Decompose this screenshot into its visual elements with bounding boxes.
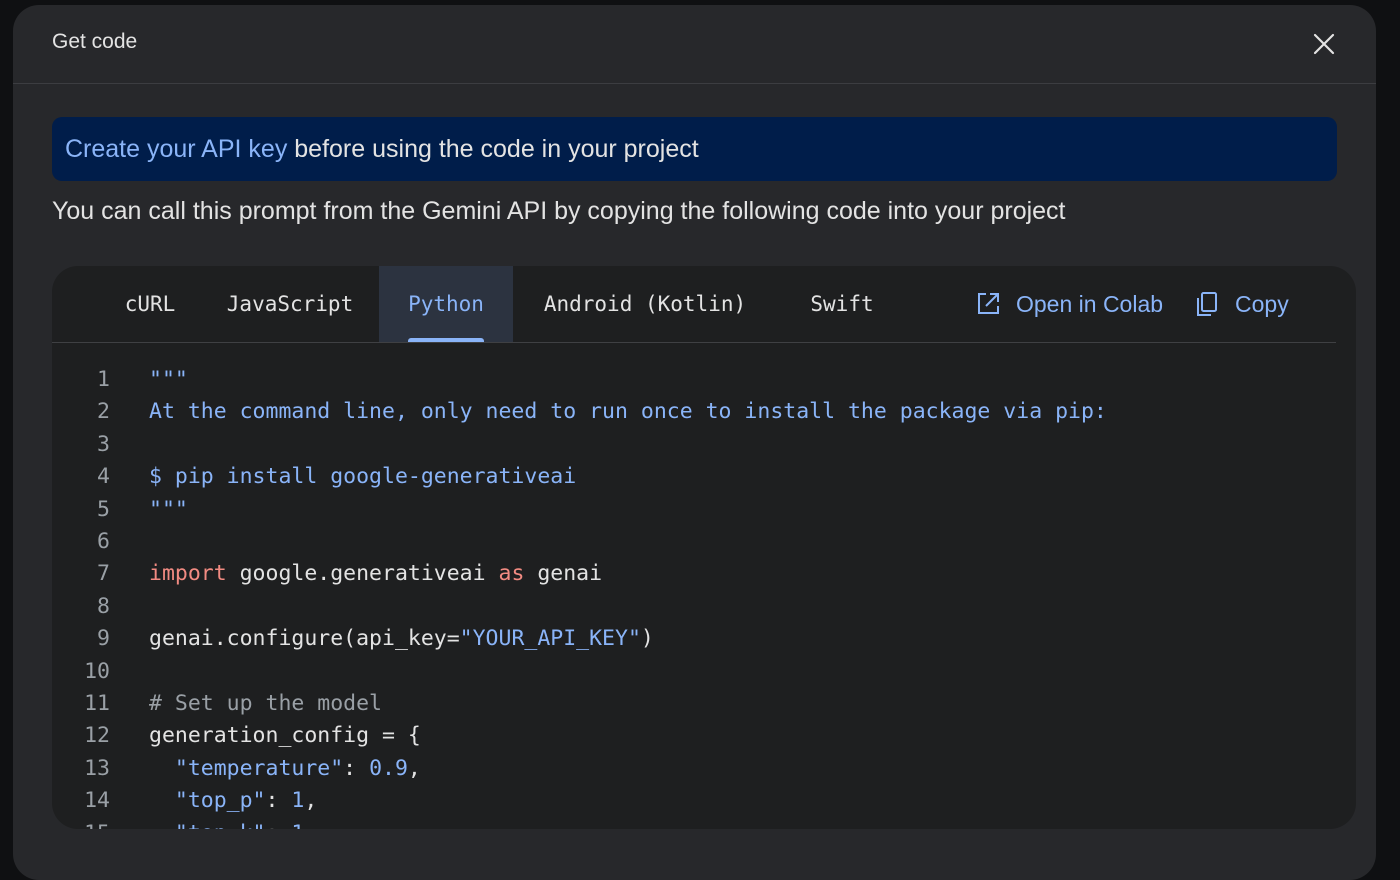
tab-android-kotlin[interactable]: Android (Kotlin) [530,266,760,342]
active-tab-indicator [408,338,484,342]
tab-swift[interactable]: Swift [792,266,892,342]
line-number: 1 [97,367,110,392]
code-text: genai.configure(api_key="YOUR_API_KEY") [149,623,654,655]
code-token: : [265,788,292,814]
code-text: "top_k": 1, [149,818,317,829]
code-text: """ [149,494,188,526]
line-number: 13 [84,755,110,781]
code-text: import google.generativeai as genai [149,558,602,590]
get-code-dialog: Get code Create your API key before usin… [13,5,1376,880]
code-token: , [304,821,317,829]
dialog-title: Get code [52,30,138,53]
line-number: 15 [52,818,110,829]
code-token: ) [640,626,654,652]
open-in-colab-label: Open in Colab [1016,291,1164,317]
code-token: : [266,821,292,829]
code-token: as [498,561,525,587]
banner-text: before using the code in your project [287,135,699,163]
code-token: 0.9 [369,755,408,781]
code-token: At the command line, only need to run on… [149,399,1107,425]
copy-button[interactable]: Copy [1193,288,1303,320]
line-number: 14 [84,788,110,814]
line-number: 5 [97,496,110,522]
code-text: At the command line, only need to run on… [149,396,1107,428]
line-number: 7 [97,561,110,587]
tab-curl[interactable]: cURL [90,266,210,342]
api-key-banner: Create your API key before using the cod… [52,117,1337,181]
code-text: "top_p": 1, [149,785,317,817]
line-number: 11 [84,691,110,716]
code-token: genai [524,561,603,587]
code-token: import [149,561,227,587]
code-token: : [343,755,370,781]
code-editor[interactable]: 1 """ 2 At the command line, only need to r… [52,343,1356,829]
line-number: 9 [97,626,110,652]
open-in-colab-button[interactable]: Open in Colab [974,288,1174,320]
create-api-key-link[interactable]: Create your API key [65,135,287,163]
code-text: # Set up the model [149,688,382,720]
code-panel: cURL JavaScript Python Android (Kotlin) … [52,266,1356,829]
copy-icon [1197,292,1217,316]
code-text: "temperature": 0.9, [149,753,421,785]
code-token: google.generativeai [226,561,499,587]
tab-python[interactable]: Python [379,266,513,342]
line-number: 3 [97,431,110,457]
line-number: 10 [84,658,110,684]
line-number: 2 [97,399,110,425]
code-token: "temperature" [174,755,344,781]
line-number: 4 [97,464,110,490]
code-token: 1 [291,821,304,829]
dialog-header: Get code [13,5,1376,84]
line-number: 6 [97,529,110,554]
code-token: generation_config = { [149,723,421,749]
code-token: "top_p" [174,788,266,814]
tab-python-label: Python [408,292,484,316]
code-text: """ [149,364,188,396]
code-token: # Set up the model [149,691,382,716]
language-tabs: cURL JavaScript Python Android (Kotlin) … [52,266,1336,343]
code-text: generation_config = { [149,720,421,752]
line-number: 12 [84,723,110,749]
open-in-new-icon [978,293,999,314]
tab-javascript[interactable]: JavaScript [200,266,380,342]
close-icon [1313,33,1335,55]
code-token: """ [149,367,188,392]
code-token: $ pip install google-generativeai [149,464,577,490]
code-token: "YOUR_API_KEY" [459,626,641,652]
line-number: 8 [97,593,110,619]
copy-label: Copy [1235,291,1289,317]
instructions-text: You can call this prompt from the Gemini… [52,197,1066,225]
close-button[interactable] [1309,29,1339,59]
code-token: genai.configure(api_key= [149,626,460,652]
code-token: 1 [291,788,305,814]
code-token: , [304,788,318,814]
code-token: "top_k" [175,821,266,829]
code-text: $ pip install google-generativeai [149,461,576,493]
code-token: , [407,755,421,781]
code-token: """ [149,496,188,522]
